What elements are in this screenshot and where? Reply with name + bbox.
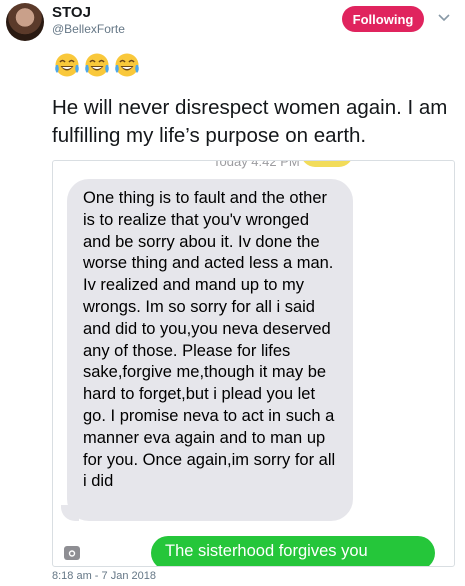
tweet-text: He will never disrespect women again. I …	[52, 96, 448, 147]
avatar[interactable]	[6, 3, 44, 41]
following-button[interactable]: Following	[342, 6, 424, 32]
author-handle[interactable]: @BellexForte	[52, 22, 125, 36]
attached-screenshot[interactable]: Today 4:42 PM One thing is to fault and …	[52, 160, 455, 567]
previous-message-bubble	[301, 161, 353, 167]
emoji-row	[52, 51, 142, 79]
outgoing-message-bubble: The sisterhood forgives you	[151, 536, 435, 566]
tweet-timestamp[interactable]: 8:18 am - 7 Jan 2018	[52, 570, 156, 582]
tears-of-joy-icon	[82, 51, 112, 79]
camera-icon	[63, 545, 81, 561]
tears-of-joy-icon	[52, 51, 82, 79]
author-name[interactable]: STOJ	[52, 4, 91, 21]
chevron-down-icon[interactable]	[436, 9, 452, 25]
tears-of-joy-icon	[112, 51, 142, 79]
incoming-message-bubble: One thing is to fault and the other is t…	[67, 179, 353, 521]
message-timestamp: Today 4:42 PM	[213, 160, 300, 169]
tweet-header: STOJ @BellexForte Following	[0, 0, 465, 44]
